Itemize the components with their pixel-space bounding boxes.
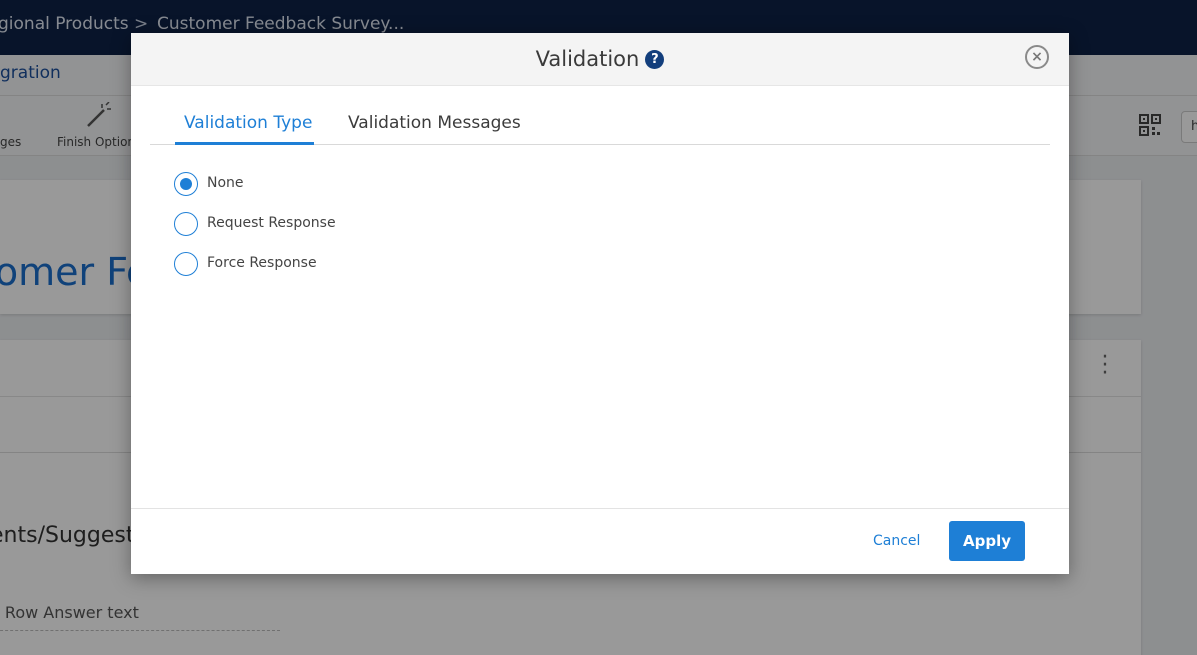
footer-divider xyxy=(131,508,1069,509)
radio-button[interactable] xyxy=(174,172,198,196)
tab-bar: Validation Type Validation Messages xyxy=(150,103,1050,145)
dialog-header: Validation? × xyxy=(131,33,1069,86)
radio-option-request-response[interactable]: Request Response xyxy=(174,212,434,236)
radio-option-force-response[interactable]: Force Response xyxy=(174,252,434,276)
radio-selected-dot xyxy=(180,178,192,190)
radio-option-none[interactable]: None xyxy=(174,172,434,196)
apply-button[interactable]: Apply xyxy=(949,521,1025,561)
tab-validation-type[interactable]: Validation Type xyxy=(184,113,312,133)
cancel-button[interactable]: Cancel xyxy=(873,533,920,549)
radio-label: Request Response xyxy=(207,215,336,231)
radio-label: Force Response xyxy=(207,255,317,271)
validation-dialog: Validation? × Validation Type Validation… xyxy=(131,33,1069,574)
help-icon[interactable]: ? xyxy=(645,49,665,69)
radio-button[interactable] xyxy=(174,252,198,276)
radio-label: None xyxy=(207,175,244,191)
active-tab-indicator xyxy=(175,142,314,145)
radio-button[interactable] xyxy=(174,212,198,236)
close-icon[interactable]: × xyxy=(1025,45,1049,69)
dialog-title: Validation xyxy=(535,47,640,71)
tab-validation-messages[interactable]: Validation Messages xyxy=(348,113,521,133)
